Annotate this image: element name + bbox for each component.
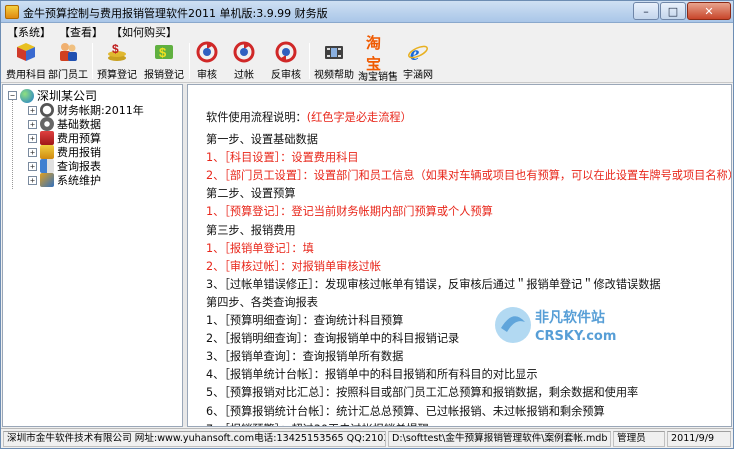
cube-icon (14, 41, 38, 63)
dollar-icon: $ (152, 41, 176, 63)
instruction-line: 3、［过帐单错误修正］：发现审核过帐单有错误，反审核后通过＂报销单登记＂修改错误… (206, 277, 661, 291)
toolbar-separator (309, 43, 310, 79)
toolbar-label: 宇涵网 (403, 70, 433, 81)
toolbar: 费用科目 部门员工 $ 预算登记 $ 报销登记 审核 过帐 反审核 视频帮助 淘… (1, 34, 733, 83)
budget-icon (40, 131, 54, 145)
instruction-line: 1、［预算登记］：登记当前财务帐期内部门预算或个人预算 (206, 205, 493, 219)
close-button[interactable]: ✕ (687, 2, 731, 20)
toolbar-label: 反审核 (271, 70, 301, 81)
tree-node-label: 系统维护 (57, 174, 101, 187)
taobao-icon: 淘宝 (366, 34, 390, 73)
instruction-line: 1、［预算明细查询］：查询统计科目预算 (206, 314, 404, 327)
toolbar-button-video-help[interactable]: 视频帮助 (313, 41, 355, 81)
instruction-line: 2、［部门员工设置］：设置部门和员工信息（如果对车辆或项目也有预算，可以在此设置… (206, 169, 732, 183)
toolbar-label: 过帐 (234, 70, 254, 81)
instruction-line: 7、［报销预警］：超过30天未过帐报销单提醒 (206, 421, 429, 426)
toolbar-button-unreview[interactable]: 反审核 (269, 41, 303, 81)
toolbar-button-post[interactable]: 过帐 (229, 41, 259, 81)
title-bar[interactable]: 金牛预算控制与费用报销管理软件2011 单机版:3.9.99 财务版 – □ ✕ (1, 1, 733, 23)
toolbar-label: 预算登记 (97, 70, 137, 81)
status-date: 2011/9/9 (667, 431, 731, 447)
intro-line: 软件使用流程说明：(红色字是必走流程） (206, 109, 412, 125)
video-icon (322, 41, 346, 63)
toolbar-button-taobao[interactable]: 淘宝 淘宝销售 (357, 34, 399, 83)
toolbar-label: 审核 (197, 70, 217, 81)
menu-view[interactable]: 【查看】 (59, 24, 103, 40)
app-icon (5, 5, 19, 19)
report-icon (40, 159, 54, 173)
instruction-line: 4、［报销单统计台帐］：报销单中的科目报销和所有科目的对比显示 (206, 368, 538, 382)
watermark-text-cn: 非凡软件站 (535, 309, 605, 326)
toolbar-separator (189, 43, 190, 79)
toolbar-label: 淘宝销售 (358, 72, 398, 83)
status-bar: 深圳市金牛软件技术有限公司 网址:www.yuhansoft.com电话:134… (1, 428, 733, 448)
ie-icon: e (406, 41, 430, 63)
status-database-path: D:\softtest\金牛预算报销管理软件\案例套帐.mdb (388, 431, 611, 447)
svg-text:$: $ (112, 42, 119, 56)
instruction-line: 第二步、设置预算 (206, 187, 296, 201)
toolbar-button-website[interactable]: e 宇涵网 (401, 41, 435, 81)
expand-icon[interactable]: + (28, 147, 37, 157)
claim-icon (40, 145, 54, 159)
toolbar-label: 费用科目 (6, 70, 46, 81)
toolbar-button-review[interactable]: 审核 (192, 41, 222, 81)
toolbar-separator (92, 43, 93, 79)
review-icon (195, 41, 219, 63)
status-user: 管理员 (613, 431, 665, 447)
instruction-line: 1、［科目设置］：设置费用科目 (206, 151, 359, 165)
instruction-line: 第四步、各类查询报表 (206, 295, 318, 309)
expand-icon[interactable]: + (28, 133, 37, 143)
expand-icon[interactable]: + (28, 119, 37, 129)
post-icon (232, 41, 256, 63)
window-title: 金牛预算控制与费用报销管理软件2011 单机版:3.9.99 财务版 (23, 7, 328, 20)
instruction-line: 6、［预算报销统计台帐］：统计汇总总预算、已过帐报销、未过帐报销和剩余预算 (206, 404, 605, 418)
maximize-button[interactable]: □ (660, 2, 686, 20)
svg-text:$: $ (159, 45, 167, 60)
clock-icon (40, 103, 54, 117)
instruction-line: 5、［预算报销对比汇总］：按照科目或部门员工汇总预算和报销数据，剩余数据和使用率 (206, 386, 639, 400)
app-window: 金牛预算控制与费用报销管理软件2011 单机版:3.9.99 财务版 – □ ✕… (0, 0, 734, 449)
navigation-tree[interactable]: − 深圳某公司 + 财务帐期:2011年 + 基础数据 + 费用预算 + 费用报… (2, 84, 183, 427)
toolbar-label: 视频帮助 (314, 70, 354, 81)
tree-line (12, 99, 13, 189)
expand-icon[interactable]: + (28, 161, 37, 171)
instruction-line: 3、［报销单查询］：查询报销单所有数据 (206, 350, 404, 364)
toolbar-label: 部门员工 (48, 70, 88, 81)
status-company-info: 深圳市金牛软件技术有限公司 网址:www.yuhansoft.com电话:134… (3, 431, 386, 447)
toolbar-button-budget-entry[interactable]: $ 预算登记 (95, 41, 139, 81)
globe-icon (20, 88, 34, 103)
expand-icon[interactable]: + (28, 175, 37, 185)
instruction-line: 第一步、设置基础数据 (206, 133, 318, 146)
instruction-line: 1、［报销单登记］：填 (206, 241, 314, 255)
instruction-line: 2、［报销明细查询］：查询报销单中的科目报销记录 (206, 332, 460, 346)
tools-icon (40, 173, 54, 187)
minimize-button[interactable]: – (633, 2, 659, 20)
gear-icon (40, 117, 54, 131)
watermark-text-en: CRSKY.com (535, 329, 616, 344)
instruction-line: 第三步、报销费用 (206, 223, 296, 237)
watermark-logo: 非凡软件站 CRSKY.com (495, 307, 616, 344)
toolbar-label: 报销登记 (144, 70, 184, 81)
toolbar-button-subjects[interactable]: 费用科目 (6, 41, 46, 81)
collapse-icon[interactable]: − (8, 91, 17, 100)
money-icon: $ (105, 41, 129, 63)
toolbar-button-expense-entry[interactable]: $ 报销登记 (142, 41, 186, 81)
menu-how-to-buy[interactable]: 【如何购买】 (111, 24, 177, 40)
menu-system[interactable]: 【系统】 (7, 24, 51, 40)
toolbar-button-departments[interactable]: 部门员工 (48, 41, 88, 81)
intro-note: (红色字是必走流程） (306, 111, 412, 124)
intro-label: 软件使用流程说明： (206, 111, 307, 124)
tree-node-system-maintenance[interactable]: + 系统维护 (28, 172, 101, 188)
instruction-line: 2、［审核过帐］：对报销单审核过帐 (206, 259, 381, 273)
instructions-panel: 软件使用流程说明：(红色字是必走流程） 第一步、设置基础数据 1、［科目设置］：设… (187, 84, 732, 427)
people-icon (56, 41, 80, 63)
unreview-icon (274, 41, 298, 63)
expand-icon[interactable]: + (28, 105, 37, 115)
